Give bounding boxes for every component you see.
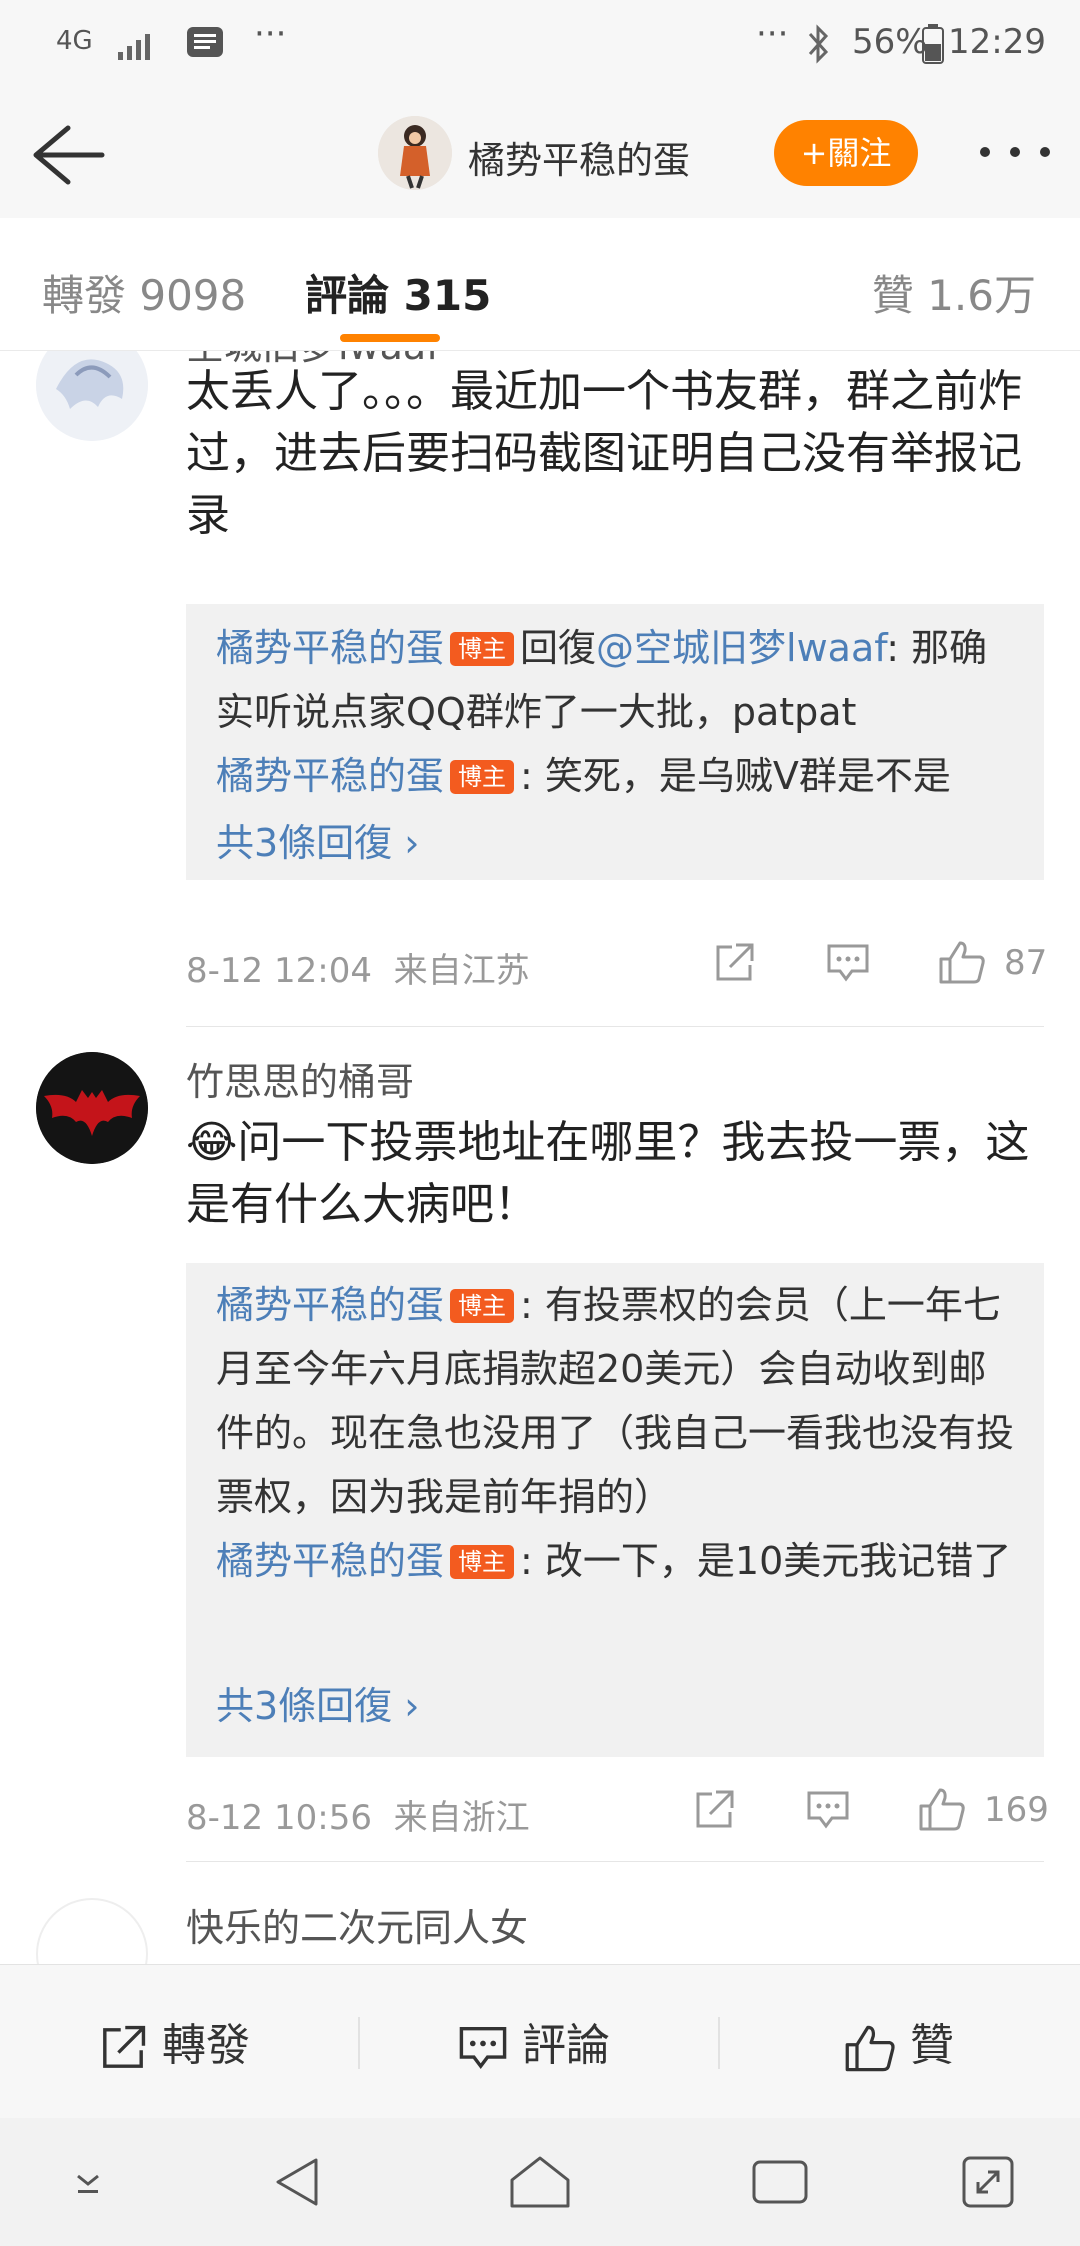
tab-comments[interactable]: 評論 315: [305, 262, 491, 323]
comment-text: 太丢人了。。。最近加一个书友群，群之前炸过，进去后要扫码截图证明自己没有举报记录: [186, 366, 1022, 541]
status-bar: 4G ··· ··· 56% 12:29: [0, 0, 1080, 92]
commenter-name[interactable]: 竹思思的桶哥: [186, 1051, 414, 1106]
bluetooth-icon: [808, 24, 829, 64]
system-navigation-bar: [0, 2118, 1080, 2246]
reply-mention[interactable]: @空城旧梦lwaaf: [596, 626, 886, 670]
separator: [358, 2017, 360, 2069]
like-count: 169: [984, 1790, 1049, 1830]
more-icon[interactable]: [975, 132, 1055, 172]
expand-icon[interactable]: [958, 2152, 1018, 2212]
page-title: 橘势平稳的蛋: [468, 139, 690, 182]
like-icon[interactable]: [918, 1786, 966, 1832]
signal-icon: [118, 34, 150, 60]
comment-meta: 8-12 10:56 来自浙江: [186, 1790, 530, 1839]
comment-divider: [186, 1861, 1044, 1862]
reply-text: : 笑死，是乌贼V群是不是: [520, 754, 951, 798]
tab-likes[interactable]: 贊 1.6万: [872, 262, 1036, 323]
reply-box[interactable]: 橘势平稳的蛋 博主: 有投票权的会员（上一年七月至今年六月底捐款超20美元）会自动…: [186, 1263, 1044, 1757]
reply-author[interactable]: 橘势平稳的蛋: [216, 1283, 444, 1327]
blogger-avatar[interactable]: [378, 116, 452, 190]
status-dots-left: ···: [254, 14, 287, 54]
like-icon: [845, 2025, 895, 2072]
reply-author[interactable]: 橘势平稳的蛋: [216, 626, 444, 670]
reply-prefix: 回復: [520, 626, 597, 670]
follow-button[interactable]: +關注: [774, 120, 918, 186]
blogger-badge: 博主: [450, 1289, 515, 1323]
comment-meta: 8-12 12:04 来自江苏: [186, 943, 530, 992]
reply-author[interactable]: 橘势平稳的蛋: [216, 754, 444, 798]
like-icon[interactable]: [938, 939, 986, 985]
like-label: 贊: [910, 2020, 954, 2071]
reply-item: 橘势平稳的蛋 博主 回復@空城旧梦lwaaf: 那确实听说点家QQ群炸了一大批，pa…: [216, 616, 1016, 744]
battery-percent: 56%: [852, 22, 928, 62]
home-nav-icon[interactable]: [508, 2152, 572, 2212]
reply-item: 橘势平稳的蛋 博主: 有投票权的会员（上一年七月至今年六月底捐款超20美元）会自动…: [216, 1273, 1016, 1529]
view-all-replies-link[interactable]: 共3條回復 ›: [216, 812, 419, 867]
comment-time: 8-12 12:04: [186, 951, 372, 991]
blogger-badge: 博主: [450, 760, 515, 794]
tab-repost[interactable]: 轉發 9098: [42, 262, 246, 323]
back-nav-icon[interactable]: [270, 2152, 330, 2212]
blogger-badge: 博主: [450, 632, 515, 666]
view-all-replies-link[interactable]: 共3條回復 ›: [216, 1675, 419, 1730]
battery-icon: [922, 24, 944, 64]
network-indicator: 4G: [56, 26, 93, 56]
repost-label: 轉發: [162, 2020, 250, 2071]
status-dots-right: ···: [756, 14, 789, 54]
share-icon[interactable]: [692, 1788, 736, 1832]
repost-icon: [103, 2025, 146, 2068]
reply-author[interactable]: 橘势平稳的蛋: [216, 1539, 444, 1583]
comment-label: 評論: [522, 2020, 610, 2071]
separator: [718, 2017, 720, 2069]
comment-time: 8-12 10:56: [186, 1798, 372, 1838]
comment-list[interactable]: 空城旧梦lwaaf 太丢人了。。。最近加一个书友群，群之前炸过，进去后要扫码截图…: [0, 351, 1080, 1964]
share-icon[interactable]: [712, 941, 756, 985]
bottom-action-bar: 轉發 評論 贊: [0, 1964, 1080, 2119]
like-count: 87: [1004, 943, 1048, 983]
like-button[interactable]: 贊: [844, 2009, 954, 2075]
back-arrow-icon[interactable]: [28, 122, 108, 188]
reply-item: 橘势平稳的蛋 博主: 改一下，是10美元我记错了: [216, 1529, 1016, 1593]
commenter-name[interactable]: 快乐的二次元同人女: [186, 1897, 528, 1952]
laughing-emoji-icon: 😂: [186, 1117, 238, 1168]
reply-item: 橘势平稳的蛋 博主: 笑死，是乌贼V群是不是: [216, 744, 1016, 808]
comment-location: 来自江苏: [393, 951, 530, 991]
recents-nav-icon[interactable]: [750, 2152, 810, 2212]
top-nav: 橘势平稳的蛋 +關注: [0, 92, 1080, 219]
clock: 12:29: [948, 22, 1046, 62]
message-icon: [187, 27, 223, 57]
comment-icon[interactable]: [826, 943, 870, 983]
reply-box[interactable]: 橘势平稳的蛋 博主 回復@空城旧梦lwaaf: 那确实听说点家QQ群炸了一大批，pa…: [186, 604, 1044, 880]
comment-icon: [459, 2026, 507, 2070]
comment-icon[interactable]: [806, 1790, 850, 1830]
active-tab-indicator: [340, 334, 440, 342]
commenter-avatar[interactable]: [36, 1052, 148, 1164]
repost-button[interactable]: 轉發: [98, 2009, 250, 2075]
commenter-avatar[interactable]: [36, 351, 148, 441]
commenter-avatar[interactable]: [36, 1898, 148, 1964]
comment-location: 来自浙江: [393, 1798, 530, 1838]
reply-text: : 改一下，是10美元我记错了: [520, 1539, 1012, 1583]
tab-bar: 轉發 9098 評論 315 贊 1.6万: [0, 218, 1080, 351]
collapse-icon[interactable]: [64, 2158, 112, 2206]
comment-divider: [186, 1026, 1044, 1027]
comment-text: 😂问一下投票地址在哪里？我去投一票，这是有什么大病吧！: [186, 1117, 1030, 1230]
blogger-badge: 博主: [450, 1545, 515, 1579]
comment-button[interactable]: 評論: [458, 2009, 610, 2075]
